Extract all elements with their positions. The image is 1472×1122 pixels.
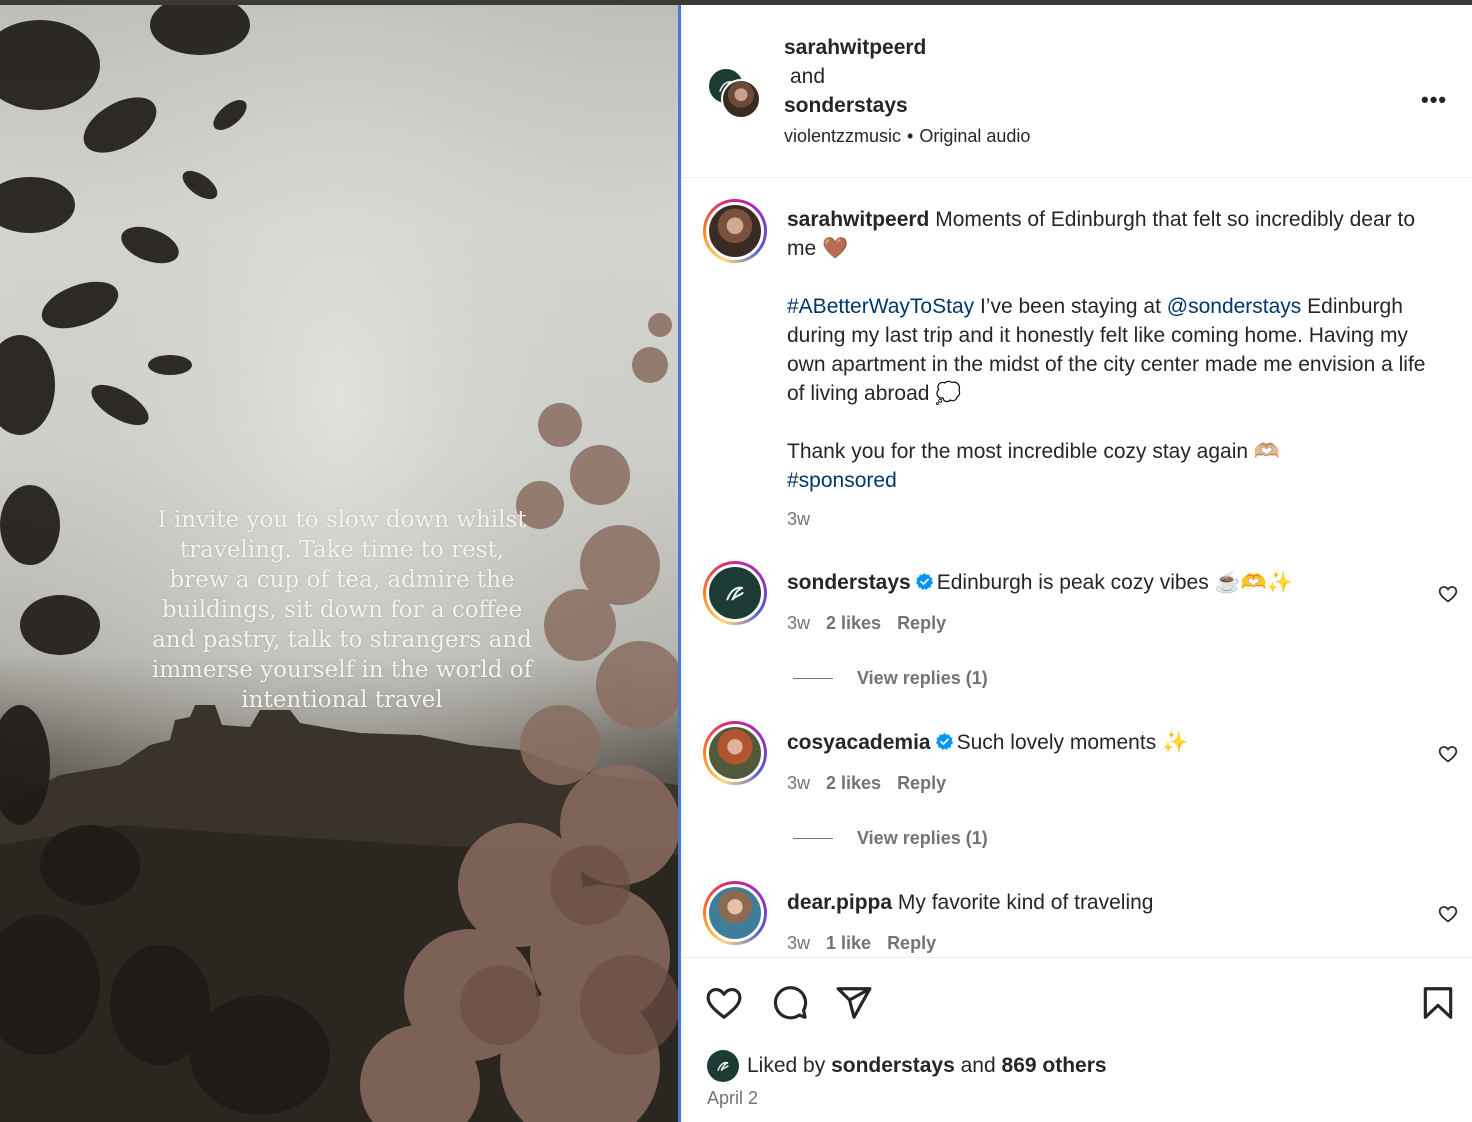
audio-info: violentzzmusic • Original audio <box>784 126 1030 147</box>
author-username[interactable]: sarahwitpeerd <box>784 33 926 62</box>
reply-button[interactable]: Reply <box>897 613 946 633</box>
comment-username[interactable]: dear.pippa <box>787 891 892 914</box>
more-options-button[interactable]: ••• <box>1421 87 1447 113</box>
hashtag-abetterwaytostay[interactable]: #ABetterWayToStay <box>787 295 974 318</box>
audio-artist[interactable]: violentzzmusic <box>784 126 901 146</box>
liked-others[interactable]: 869 others <box>1002 1054 1107 1078</box>
view-replies-label: View replies (1) <box>857 828 988 848</box>
comment-like-heart-icon[interactable] <box>1438 744 1458 764</box>
comment-time: 3w <box>787 613 811 633</box>
view-replies-button[interactable]: View replies (1) <box>793 828 988 849</box>
comment-icon[interactable] <box>771 984 809 1022</box>
comment-like-heart-icon[interactable] <box>1438 904 1458 924</box>
comment-text: cosyacademia Such lovely moments ✨ <box>787 728 1407 757</box>
media-overlay-text: I invite you to slow down whilst traveli… <box>151 507 533 713</box>
comment-avatar-sonderstays[interactable] <box>703 561 767 625</box>
comment-username[interactable]: cosyacademia <box>787 731 931 754</box>
comments-list[interactable]: sarahwitpeerd Moments of Edinburgh that … <box>681 179 1472 957</box>
comment-time: 3w <box>787 933 811 953</box>
comment-likes[interactable]: 2 likes <box>826 773 881 793</box>
audio-separator: • <box>907 126 914 146</box>
comment-avatar-cosyacademia[interactable] <box>703 721 767 785</box>
comment-body: Such lovely moments ✨ <box>956 731 1189 754</box>
post-details-panel: sarahwitpeerd and sonderstays violentzzm… <box>681 5 1472 1122</box>
share-icon[interactable] <box>835 984 873 1022</box>
comment-meta: 3w 2 likes Reply <box>787 773 962 794</box>
mention-sonderstays[interactable]: @sonderstays <box>1167 295 1302 318</box>
comment-like-heart-icon[interactable] <box>1438 584 1458 604</box>
post-header: sarahwitpeerd and sonderstays violentzzm… <box>681 5 1472 178</box>
liked-by-avatar[interactable] <box>707 1050 739 1082</box>
comment-text: sonderstays Edinburgh is peak cozy vibes … <box>787 568 1407 597</box>
comment-likes[interactable]: 2 likes <box>826 613 881 633</box>
comment-meta: 3w 1 like Reply <box>787 933 952 954</box>
post-footer: Liked by sonderstays and 869 others Apri… <box>681 957 1472 1122</box>
comment-text: dear.pippa My favorite kind of traveling <box>787 888 1407 917</box>
replies-line <box>793 838 833 839</box>
liked-by: Liked by sonderstays and 869 others <box>707 1050 1107 1082</box>
collaborator-username[interactable]: sonderstays <box>784 91 926 120</box>
sonder-logo-icon <box>717 1061 729 1071</box>
author-avatar[interactable] <box>721 79 761 119</box>
view-replies-button[interactable]: View replies (1) <box>793 668 988 689</box>
comment-time: 3w <box>787 773 811 793</box>
post-media[interactable]: I invite you to slow down whilst traveli… <box>0 5 678 1122</box>
bookmark-icon[interactable] <box>1419 984 1457 1022</box>
comment-body: Edinburgh is peak cozy vibes ☕️🫶✨ <box>936 571 1293 594</box>
caption-time: 3w <box>787 509 811 529</box>
comment-avatar-dear-pippa[interactable] <box>703 881 767 945</box>
audio-label[interactable]: Original audio <box>919 126 1030 146</box>
comment-meta: 3w 2 likes Reply <box>787 613 962 634</box>
verified-icon <box>915 572 933 590</box>
caption-username[interactable]: sarahwitpeerd <box>787 208 929 231</box>
liked-prefix: Liked by <box>747 1054 826 1077</box>
heart-icon[interactable] <box>705 984 743 1022</box>
reply-button[interactable]: Reply <box>887 933 936 953</box>
comment-username[interactable]: sonderstays <box>787 571 911 594</box>
caption-line-3: Thank you for the most incredible cozy s… <box>787 440 1281 463</box>
liked-user[interactable]: sonderstays <box>831 1054 955 1078</box>
comment-body: My favorite kind of traveling <box>897 891 1154 914</box>
liked-mid: and <box>954 1054 1002 1077</box>
verified-icon <box>935 732 953 750</box>
reply-button[interactable]: Reply <box>897 773 946 793</box>
authors-joiner: and <box>790 65 826 88</box>
comment-likes[interactable]: 1 like <box>826 933 871 953</box>
post-date[interactable]: April 2 <box>707 1088 758 1109</box>
post-caption: sarahwitpeerd Moments of Edinburgh that … <box>787 205 1427 534</box>
sonder-logo-icon <box>726 586 744 601</box>
more-icon: ••• <box>1421 87 1448 112</box>
caption-text-2a: I’ve been staying at <box>974 295 1167 318</box>
replies-line <box>793 678 833 679</box>
caption-avatar[interactable] <box>703 199 767 263</box>
hashtag-sponsored[interactable]: #sponsored <box>787 466 1427 495</box>
view-replies-label: View replies (1) <box>857 668 988 688</box>
post-authors: sarahwitpeerd and sonderstays <box>784 33 926 120</box>
